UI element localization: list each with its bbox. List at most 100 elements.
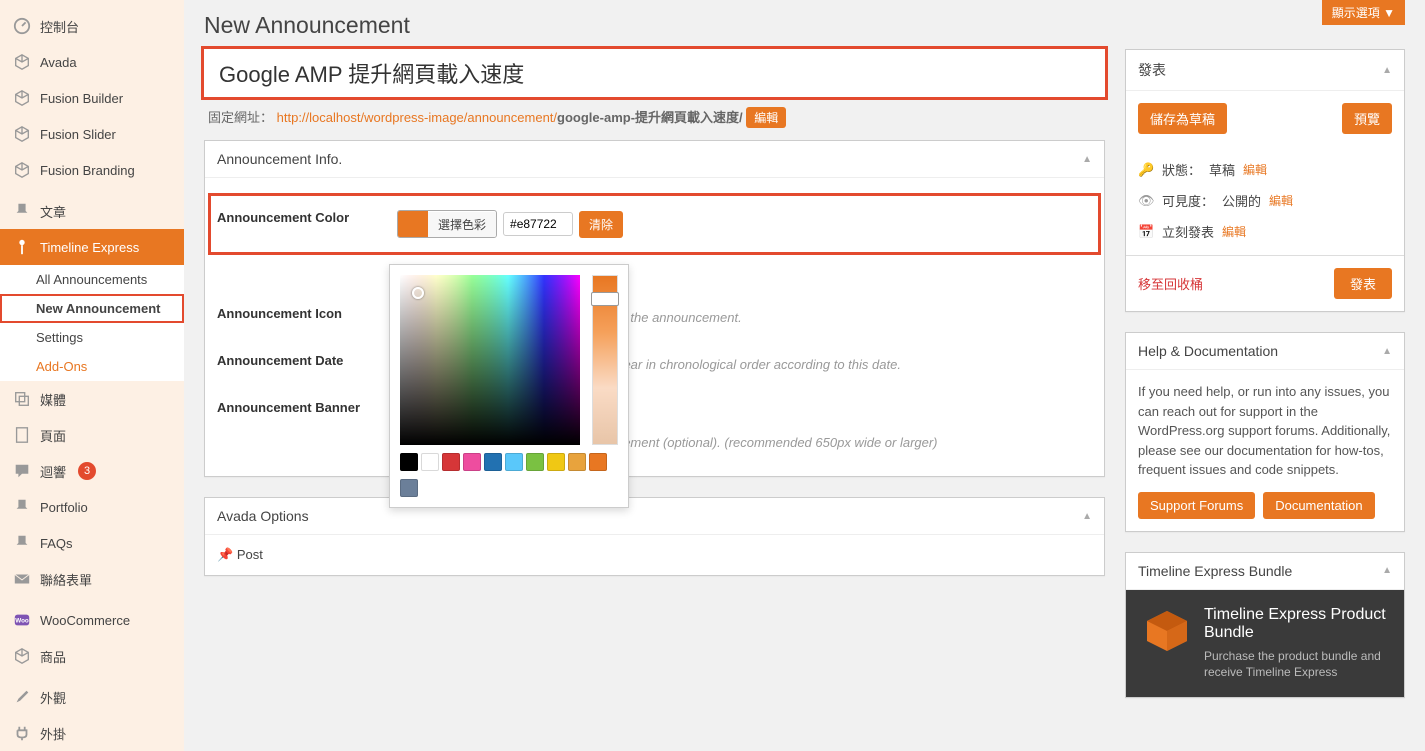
color-swatch[interactable] — [547, 453, 565, 471]
hue-handle-icon — [591, 292, 619, 306]
collapse-icon[interactable]: ▲ — [1082, 511, 1092, 522]
admin-sidebar: 控制台AvadaFusion BuilderFusion SliderFusio… — [0, 0, 184, 751]
sidebar-item-控制台[interactable]: 控制台 — [0, 8, 184, 44]
saturation-box[interactable] — [400, 275, 580, 445]
sidebar-item-fusion-branding[interactable]: Fusion Branding — [0, 152, 184, 188]
announcement-info-box: Announcement Info. ▲ Announcement Color … — [204, 140, 1105, 477]
sidebar-item-文章[interactable]: 文章 — [0, 193, 184, 229]
color-swatch[interactable] — [400, 453, 418, 471]
permalink-base[interactable]: http://localhost/wordpress-image/announc… — [277, 110, 557, 125]
submenu-item-add-ons[interactable]: Add-Ons — [0, 352, 184, 381]
submenu-item-all-announcements[interactable]: All Announcements — [0, 265, 184, 294]
cube-icon — [12, 646, 32, 666]
help-header[interactable]: Help & Documentation ▲ — [1126, 333, 1404, 370]
avada-title: Avada Options — [217, 508, 309, 524]
brush-icon — [12, 687, 32, 707]
status-label: 狀態： — [1162, 160, 1201, 179]
publish-box: 發表 ▲ 儲存為草稿 預覽 🔑 狀態： 草稿 編輯 — [1125, 49, 1405, 312]
collapse-icon[interactable]: ▲ — [1382, 346, 1392, 357]
sidebar-item-迴響[interactable]: 迴響3 — [0, 453, 184, 489]
date-label: Announcement Date — [217, 353, 377, 368]
color-swatch[interactable] — [442, 453, 460, 471]
documentation-button[interactable]: Documentation — [1263, 492, 1374, 519]
color-hex-input[interactable] — [503, 212, 573, 236]
sidebar-item-fusion-slider[interactable]: Fusion Slider — [0, 116, 184, 152]
bundle-header[interactable]: Timeline Express Bundle ▲ — [1126, 553, 1404, 590]
collapse-icon[interactable]: ▲ — [1082, 154, 1092, 165]
sidebar-item-商品[interactable]: 商品 — [0, 638, 184, 674]
color-picker-button[interactable]: 選擇色彩 — [397, 210, 497, 238]
color-swatches — [400, 453, 618, 471]
sidebar-item-fusion-builder[interactable]: Fusion Builder — [0, 80, 184, 116]
sidebar-item-媒體[interactable]: 媒體 — [0, 381, 184, 417]
post-title-input[interactable] — [207, 52, 1102, 94]
color-swatch[interactable] — [400, 479, 418, 497]
color-swatch[interactable] — [589, 453, 607, 471]
color-swatch-icon — [398, 211, 428, 237]
page-title: New Announcement — [204, 0, 1405, 49]
comment-icon — [12, 461, 32, 481]
preview-button[interactable]: 預覽 — [1342, 103, 1392, 134]
sidebar-item-avada[interactable]: Avada — [0, 44, 184, 80]
publish-button[interactable]: 發表 — [1334, 268, 1392, 299]
pin-icon — [12, 533, 32, 553]
bundle-title: Timeline Express Bundle — [1138, 563, 1292, 579]
woo-icon: Woo — [12, 610, 32, 630]
edit-status-link[interactable]: 編輯 — [1243, 161, 1267, 178]
save-draft-button[interactable]: 儲存為草稿 — [1138, 103, 1227, 134]
calendar-icon: 📅 — [1138, 224, 1154, 240]
page-icon — [12, 425, 32, 445]
metabox-title: Announcement Info. — [217, 151, 342, 167]
publish-header[interactable]: 發表 ▲ — [1126, 50, 1404, 91]
help-box: Help & Documentation ▲ If you need help,… — [1125, 332, 1405, 532]
timeline-icon — [12, 237, 32, 257]
color-swatch[interactable] — [421, 453, 439, 471]
cube-icon — [12, 160, 32, 180]
help-title: Help & Documentation — [1138, 343, 1278, 359]
bundle-promo-desc: Purchase the product bundle and receive … — [1204, 648, 1388, 682]
schedule-label: 立刻發表 — [1162, 222, 1214, 241]
support-forums-button[interactable]: Support Forums — [1138, 492, 1255, 519]
sidebar-item-外掛[interactable]: 外掛 — [0, 715, 184, 751]
color-swatch[interactable] — [526, 453, 544, 471]
submenu-item-new-announcement[interactable]: New Announcement — [0, 294, 184, 323]
pin-icon: 📌 — [217, 547, 233, 562]
sidebar-item-頁面[interactable]: 頁面 — [0, 417, 184, 453]
submenu-item-settings[interactable]: Settings — [0, 323, 184, 352]
sidebar-item-faqs[interactable]: FAQs — [0, 525, 184, 561]
color-swatch[interactable] — [463, 453, 481, 471]
trash-link[interactable]: 移至回收桶 — [1138, 274, 1203, 293]
collapse-icon[interactable]: ▲ — [1382, 565, 1392, 576]
sidebar-item-外觀[interactable]: 外觀 — [0, 679, 184, 715]
edit-permalink-button[interactable]: 編輯 — [746, 107, 786, 128]
dashboard-icon — [12, 16, 32, 36]
pin-icon — [12, 497, 32, 517]
permalink-label: 固定網址： — [208, 110, 273, 125]
edit-visibility-link[interactable]: 編輯 — [1269, 192, 1293, 209]
plug-icon — [12, 723, 32, 743]
sidebar-item-timeline-express[interactable]: Timeline Express — [0, 229, 184, 265]
main-content: 顯示選項 ▼ New Announcement 固定網址： http://loc… — [184, 0, 1425, 751]
sidebar-item-woocommerce[interactable]: WooWooCommerce — [0, 602, 184, 638]
color-swatch[interactable] — [568, 453, 586, 471]
avada-post-label: Post — [237, 547, 263, 562]
color-label: Announcement Color — [217, 210, 377, 225]
saturation-pointer-icon — [412, 287, 424, 299]
color-field-highlight: Announcement Color 選擇色彩 清除 — [211, 196, 1098, 252]
key-icon: 🔑 — [1138, 162, 1154, 178]
sidebar-item-portfolio[interactable]: Portfolio — [0, 489, 184, 525]
mail-icon — [12, 569, 32, 589]
media-icon — [12, 389, 32, 409]
sidebar-item-聯絡表單[interactable]: 聯絡表單 — [0, 561, 184, 597]
avada-header[interactable]: Avada Options ▲ — [205, 498, 1104, 535]
metabox-header[interactable]: Announcement Info. ▲ — [205, 141, 1104, 178]
collapse-icon[interactable]: ▲ — [1382, 65, 1392, 76]
visibility-value: 公開的 — [1222, 191, 1261, 210]
color-swatch[interactable] — [505, 453, 523, 471]
color-swatch[interactable] — [484, 453, 502, 471]
screen-options-button[interactable]: 顯示選項 ▼ — [1322, 0, 1405, 25]
bundle-promo-title: Timeline Express Product Bundle — [1204, 606, 1388, 642]
hue-slider[interactable] — [592, 275, 618, 445]
color-clear-button[interactable]: 清除 — [579, 211, 623, 238]
edit-schedule-link[interactable]: 編輯 — [1222, 223, 1246, 240]
